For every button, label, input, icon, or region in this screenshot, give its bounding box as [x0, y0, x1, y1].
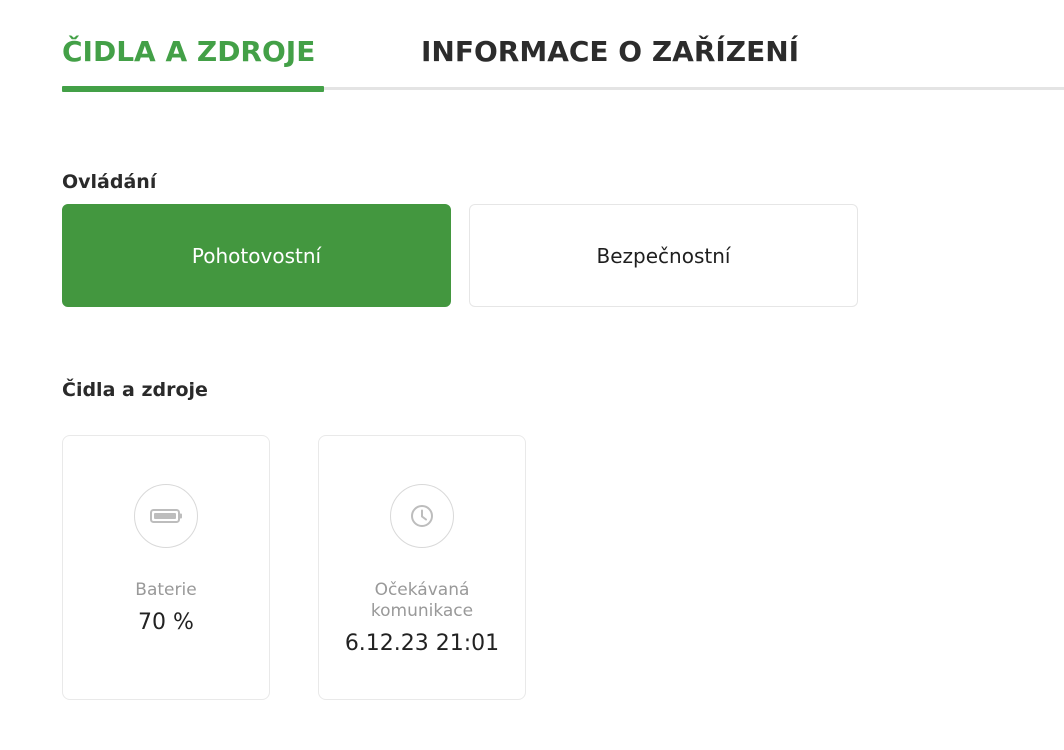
- tab-device-information[interactable]: INFORMACE O ZAŘÍZENÍ: [421, 30, 799, 74]
- standby-mode-label: Pohotovostní: [191, 243, 322, 268]
- expected-communication-label: Očekávaná komunikace: [319, 580, 525, 622]
- tab-sensors-and-sources[interactable]: ČIDLA A ZDROJE: [62, 30, 315, 74]
- standby-mode-button[interactable]: Pohotovostní: [62, 204, 451, 307]
- tab-bar: ČIDLA A ZDROJE INFORMACE O ZAŘÍZENÍ: [62, 0, 1064, 92]
- sensors-section-title: Čidla a zdroje: [62, 379, 208, 401]
- expected-communication-label-line1: Očekávaná: [374, 580, 470, 600]
- security-mode-label: Bezpečnostní: [596, 243, 731, 268]
- active-tab-indicator: [62, 86, 324, 92]
- control-section-title: Ovládání: [62, 171, 157, 193]
- battery-value: 70 %: [138, 610, 194, 635]
- clock-icon: [390, 484, 454, 548]
- battery-label: Baterie: [135, 580, 197, 600]
- device-detail-page: ČIDLA A ZDROJE INFORMACE O ZAŘÍZENÍ Ovlá…: [0, 0, 1064, 750]
- expected-communication-value: 6.12.23 21:01: [344, 631, 500, 656]
- expected-communication-label-line2: komunikace: [370, 601, 474, 621]
- battery-icon: [134, 484, 198, 548]
- security-mode-button[interactable]: Bezpečnostní: [469, 204, 858, 307]
- battery-card: Baterie 70 %: [62, 435, 270, 700]
- expected-communication-card: Očekávaná komunikace 6.12.23 21:01: [318, 435, 526, 700]
